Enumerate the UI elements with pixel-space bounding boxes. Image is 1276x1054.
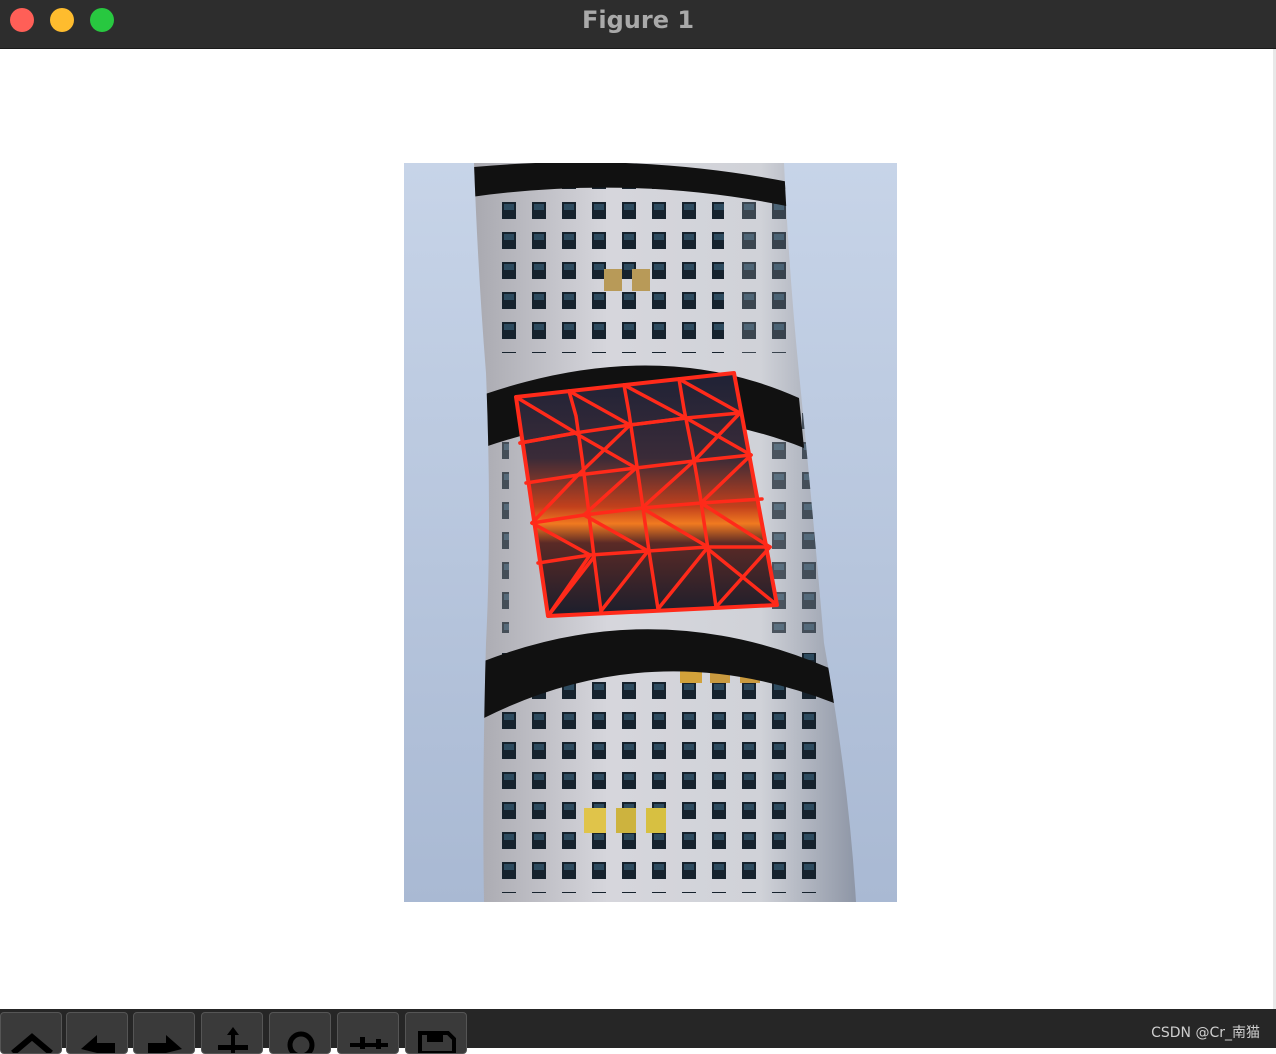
arrow-right-icon (148, 1035, 182, 1053)
figure-toolbar (0, 1009, 1276, 1054)
home-icon (11, 1033, 53, 1053)
building-photo (404, 163, 897, 902)
window-title: Figure 1 (581, 6, 695, 34)
move-icon (218, 1027, 248, 1053)
watermark-text: CSDN @Cr_南猫 (1151, 1025, 1260, 1041)
arrow-left-icon (81, 1035, 115, 1053)
sliders-icon (350, 1037, 388, 1049)
zoom-icon (287, 1031, 315, 1053)
window-titlebar: Figure 1 (0, 0, 1276, 49)
save-icon (418, 1031, 456, 1053)
